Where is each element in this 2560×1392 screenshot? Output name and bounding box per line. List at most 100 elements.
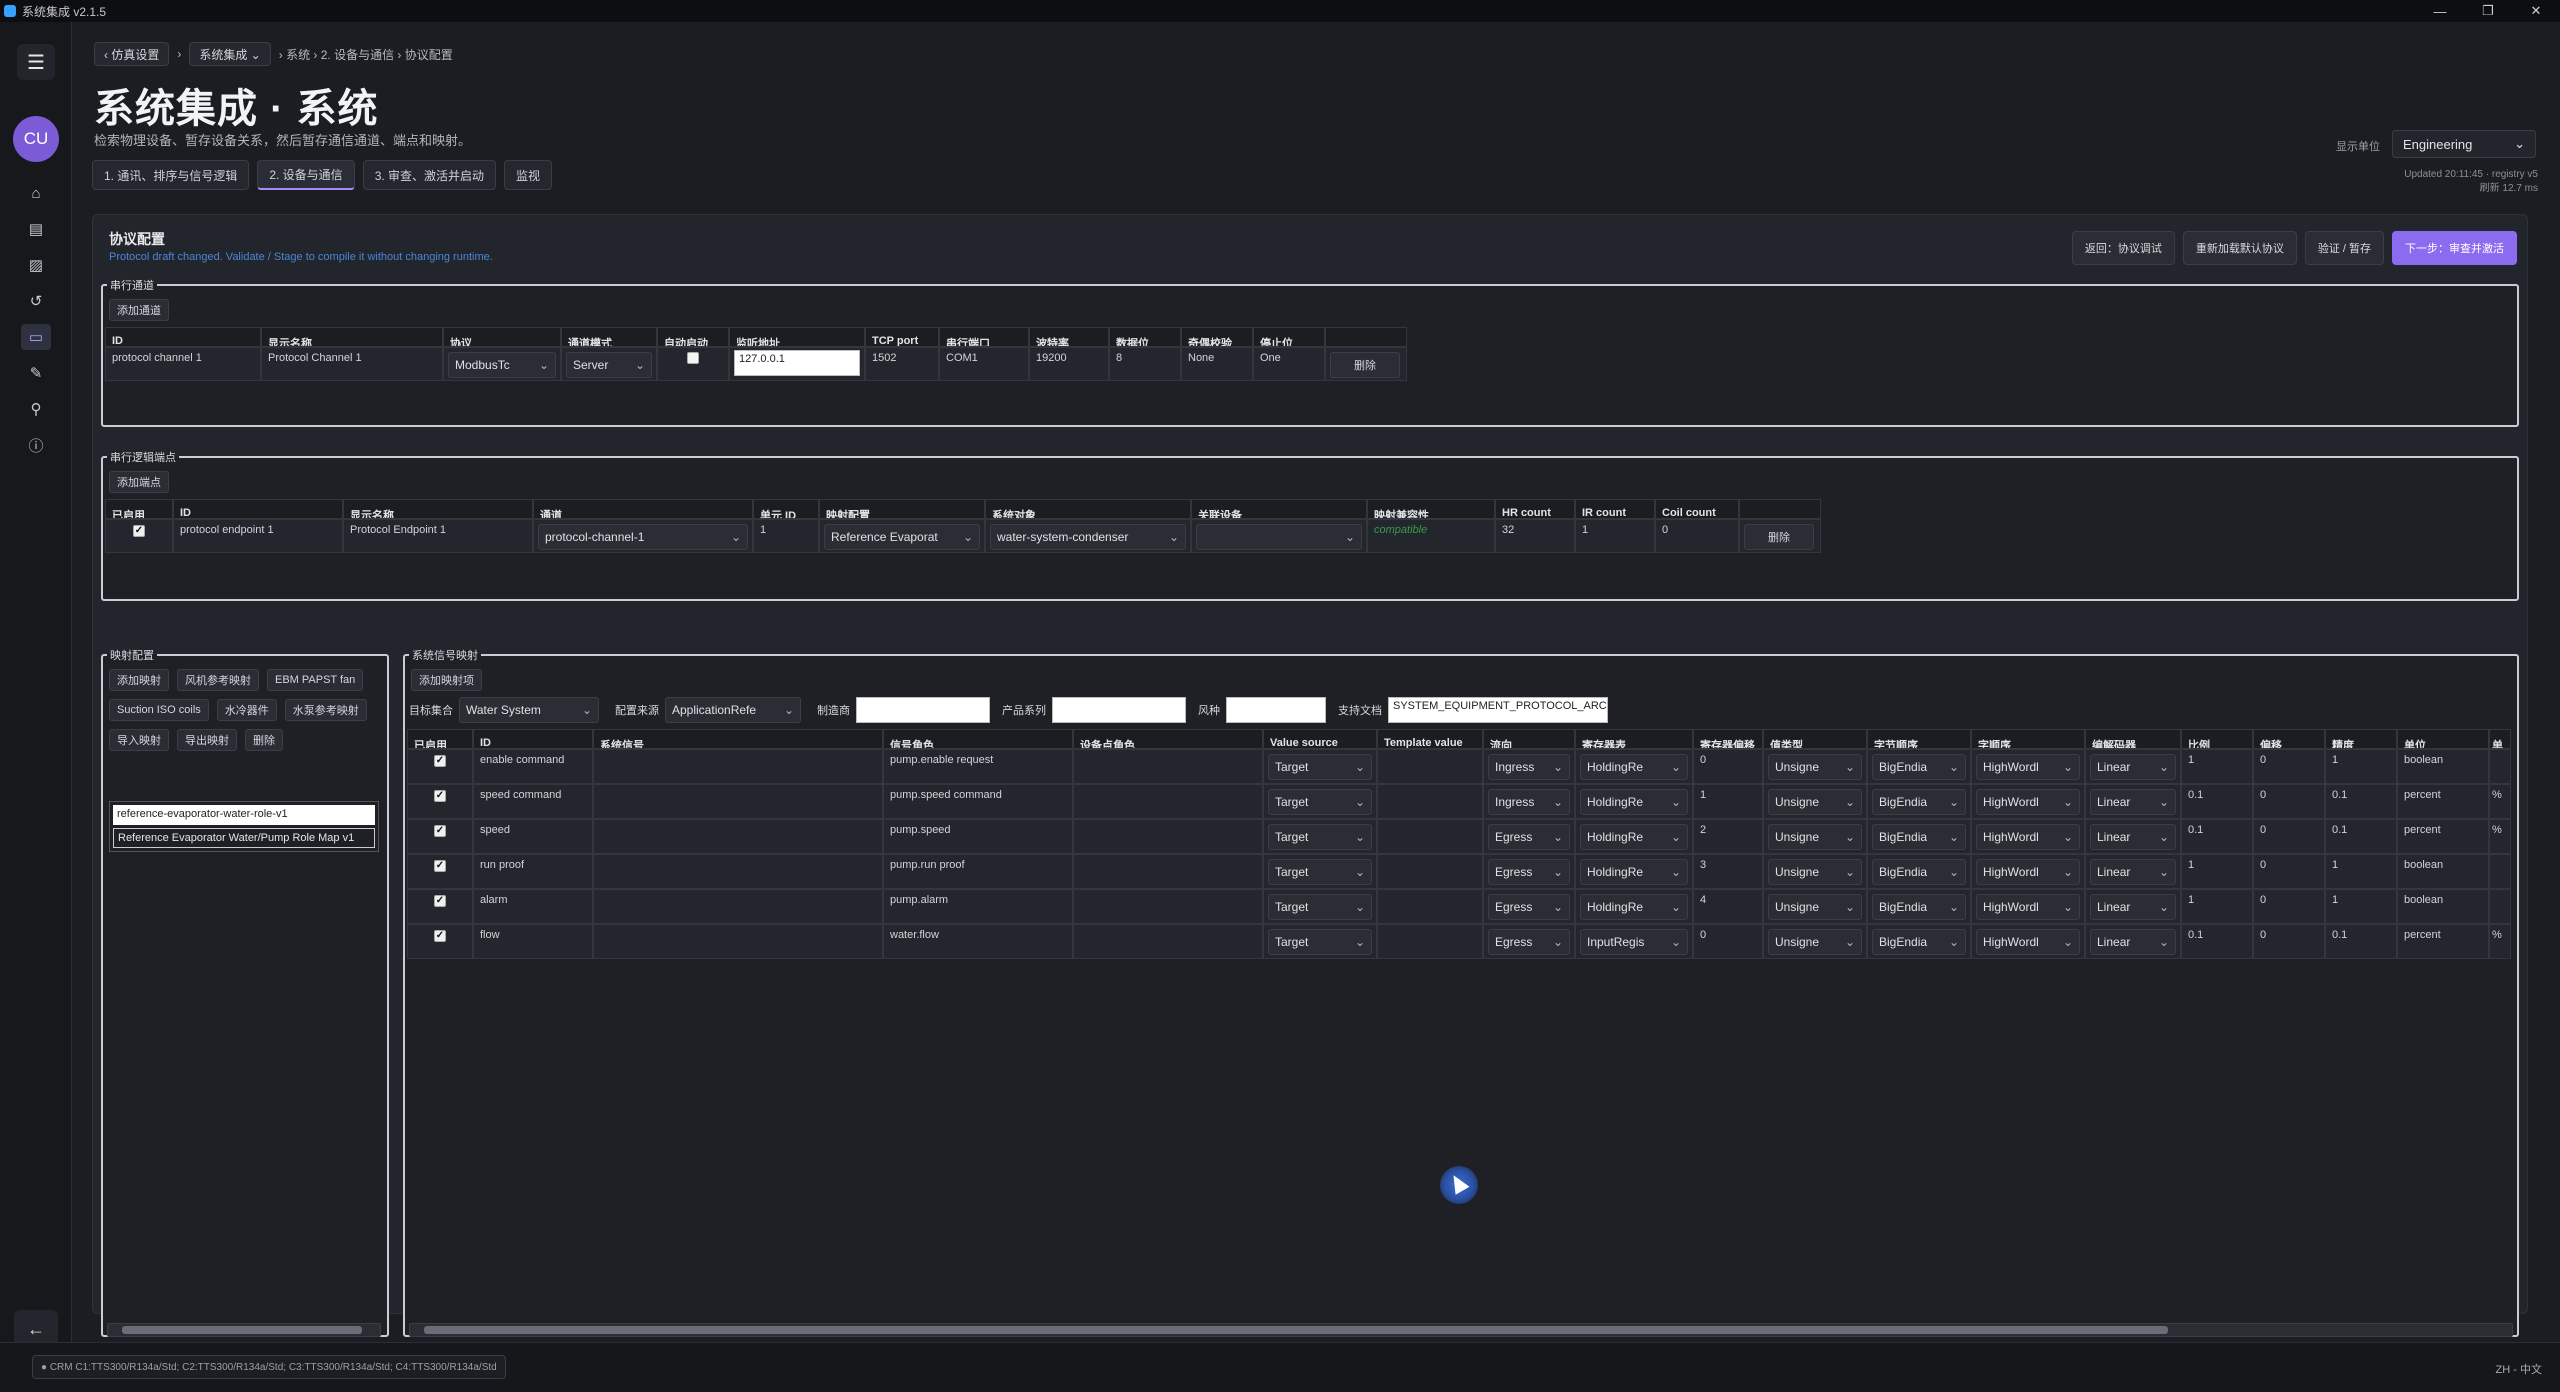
close-button[interactable]: ✕ [2512, 0, 2560, 22]
byte-order-select[interactable]: BigEndia ⌄ [1872, 824, 1966, 850]
value-source-select[interactable]: Target ⌄ [1268, 824, 1372, 850]
signal-id-field[interactable]: run proof [473, 854, 593, 889]
signal-enabled-checkbox[interactable]: ✓ [434, 790, 446, 802]
template-value-field[interactable] [1377, 749, 1483, 784]
source-select[interactable]: ApplicationRefe ⌄ [665, 697, 801, 723]
doc-input[interactable]: SYSTEM_EQUIPMENT_PROTOCOL_ARCH [1388, 697, 1608, 723]
endpoint-name-field[interactable]: Protocol Endpoint 1 [343, 519, 533, 553]
byte-order-select[interactable]: BigEndia ⌄ [1872, 894, 1966, 920]
byte-order-select[interactable]: BigEndia ⌄ [1872, 929, 1966, 955]
value-type-select[interactable]: Unsigne ⌄ [1768, 859, 1862, 885]
register-offset-field[interactable]: 0 [1693, 924, 1763, 959]
register-offset-field[interactable]: 0 [1693, 749, 1763, 784]
unit-field[interactable]: boolean [2397, 854, 2489, 889]
value-source-select[interactable]: Target ⌄ [1268, 929, 1372, 955]
validate-stage-button[interactable]: 验证 / 暂存 [2304, 231, 2384, 265]
brush-icon[interactable]: ✎ [21, 360, 51, 386]
step-2-button[interactable]: 2. 设备与通信 [257, 160, 355, 190]
signal-enabled-checkbox[interactable]: ✓ [434, 895, 446, 907]
delete-mapping-button[interactable]: 删除 [245, 729, 283, 751]
info-icon[interactable]: ⓘ [21, 432, 51, 458]
object-select[interactable]: water-system-condenser ⌄ [990, 524, 1186, 550]
target-select[interactable]: Water System ⌄ [459, 697, 599, 723]
value-type-select[interactable]: Unsigne ⌄ [1768, 929, 1862, 955]
endpoint-id-field[interactable]: protocol endpoint 1 [173, 519, 343, 553]
precision-field[interactable]: 1 [2325, 854, 2397, 889]
direction-select[interactable]: Egress ⌄ [1488, 859, 1570, 885]
tcp-port-field[interactable]: 1502 [865, 347, 939, 381]
word-order-select[interactable]: HighWordl ⌄ [1976, 859, 2080, 885]
device-role-field[interactable] [1073, 924, 1263, 959]
register-table-select[interactable]: HoldingRe ⌄ [1580, 894, 1688, 920]
signal-id-field[interactable]: speed [473, 819, 593, 854]
scale-field[interactable]: 1 [2181, 854, 2253, 889]
signal-id-field[interactable]: speed command [473, 784, 593, 819]
device-icon[interactable]: ▭ [21, 324, 51, 350]
document-icon[interactable]: ▤ [21, 216, 51, 242]
signal-role-field[interactable]: pump.enable request [883, 749, 1073, 784]
units-select[interactable]: Engineering ⌄ [2392, 130, 2536, 158]
water-cooler-button[interactable]: 水冷器件 [216, 699, 277, 721]
codec-select[interactable]: Linear ⌄ [2090, 929, 2176, 955]
step-1-button[interactable]: 1. 通讯、排序与信号逻辑 [92, 160, 250, 190]
wrench-icon[interactable]: ⚲ [21, 396, 51, 422]
direction-select[interactable]: Egress ⌄ [1488, 824, 1570, 850]
word-order-select[interactable]: HighWordl ⌄ [1976, 754, 2080, 780]
precision-field[interactable]: 1 [2325, 749, 2397, 784]
direction-select[interactable]: Egress ⌄ [1488, 894, 1570, 920]
device-role-field[interactable] [1073, 749, 1263, 784]
signal-role-field[interactable]: pump.alarm [883, 889, 1073, 924]
codec-select[interactable]: Linear ⌄ [2090, 754, 2176, 780]
codec-select[interactable]: Linear ⌄ [2090, 789, 2176, 815]
suction-iso-coils-button[interactable]: Suction ISO coils [109, 699, 209, 721]
system-signal-field[interactable] [593, 819, 883, 854]
template-value-field[interactable] [1377, 819, 1483, 854]
byte-order-select[interactable]: BigEndia ⌄ [1872, 789, 1966, 815]
channel-name-field[interactable]: Protocol Channel 1 [261, 347, 443, 381]
mapping-id-input[interactable]: reference-evaporator-water-role-v1 [113, 805, 375, 825]
device-role-field[interactable] [1073, 854, 1263, 889]
value-type-select[interactable]: Unsigne ⌄ [1768, 824, 1862, 850]
breadcrumb-back-button[interactable]: ‹ 仿真设置 [94, 42, 170, 66]
series-input[interactable] [1052, 697, 1186, 723]
add-mapping-button[interactable]: 添加映射 [109, 669, 169, 691]
template-value-field[interactable] [1377, 889, 1483, 924]
system-signal-field[interactable] [593, 889, 883, 924]
precision-field[interactable]: 1 [2325, 889, 2397, 924]
scale-field[interactable]: 0.1 [2181, 819, 2253, 854]
register-table-select[interactable]: HoldingRe ⌄ [1580, 859, 1688, 885]
history-icon[interactable]: ↺ [21, 288, 51, 314]
mapping-list-scrollbar[interactable] [107, 1323, 381, 1337]
shift-field[interactable]: 0 [2253, 819, 2325, 854]
system-signal-field[interactable] [593, 924, 883, 959]
profile-select[interactable]: Reference Evaporat ⌄ [824, 524, 980, 550]
byte-order-select[interactable]: BigEndia ⌄ [1872, 754, 1966, 780]
ebm-papst-fan-button[interactable]: EBM PAPST fan [267, 669, 364, 691]
value-source-select[interactable]: Target ⌄ [1268, 754, 1372, 780]
word-order-select[interactable]: HighWordl ⌄ [1976, 894, 2080, 920]
template-value-field[interactable] [1377, 784, 1483, 819]
data-bits-field[interactable]: 8 [1109, 347, 1181, 381]
signal-role-field[interactable]: water.flow [883, 924, 1073, 959]
word-order-select[interactable]: HighWordl ⌄ [1976, 789, 2080, 815]
avatar[interactable]: CU [13, 116, 59, 162]
direction-select[interactable]: Egress ⌄ [1488, 929, 1570, 955]
signal-enabled-checkbox[interactable]: ✓ [434, 860, 446, 872]
value-type-select[interactable]: Unsigne ⌄ [1768, 789, 1862, 815]
pump-reference-mapping-button[interactable]: 水泵参考映射 [284, 699, 367, 721]
delete-endpoint-button[interactable]: 删除 [1744, 524, 1814, 550]
shift-field[interactable]: 0 [2253, 854, 2325, 889]
minimize-button[interactable]: — [2416, 0, 2464, 22]
channel-select[interactable]: protocol-channel-1 ⌄ [538, 524, 748, 550]
value-source-select[interactable]: Target ⌄ [1268, 859, 1372, 885]
device-role-field[interactable] [1073, 889, 1263, 924]
stop-bits-field[interactable]: One [1253, 347, 1325, 381]
register-table-select[interactable]: HoldingRe ⌄ [1580, 824, 1688, 850]
precision-field[interactable]: 0.1 [2325, 784, 2397, 819]
codec-select[interactable]: Linear ⌄ [2090, 859, 2176, 885]
step-3-button[interactable]: 3. 审查、激活并启动 [362, 160, 497, 190]
device-select[interactable]: ⌄ [1196, 524, 1362, 550]
direction-select[interactable]: Ingress ⌄ [1488, 789, 1570, 815]
import-mapping-button[interactable]: 导入映射 [109, 729, 169, 751]
register-offset-field[interactable]: 1 [1693, 784, 1763, 819]
